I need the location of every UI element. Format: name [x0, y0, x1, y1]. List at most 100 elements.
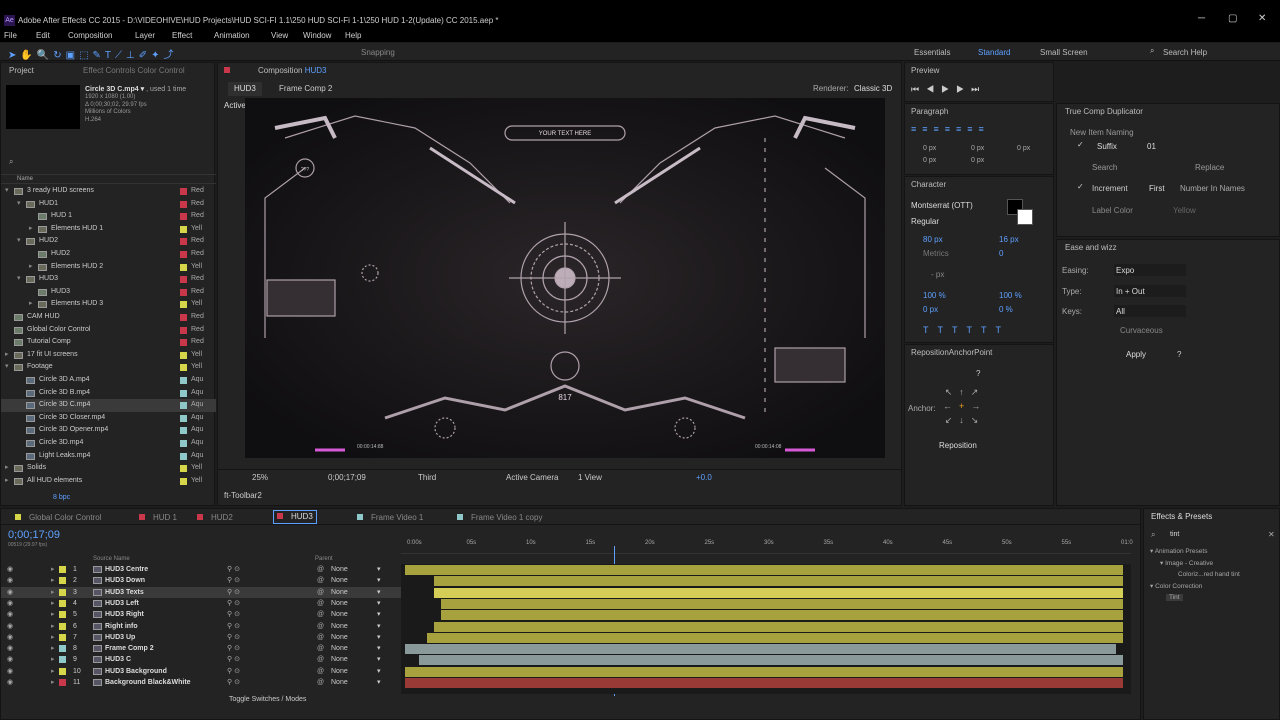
- layer-duration-bar[interactable]: [419, 655, 1123, 666]
- easing-select[interactable]: Expo: [1114, 264, 1186, 276]
- project-item[interactable]: ▸ 17 fit UI screens Yell: [1, 349, 216, 362]
- timeline-tab[interactable]: Frame Video 1 copy: [457, 513, 542, 522]
- playback-controls[interactable]: ⏮◀▶▶⏭: [911, 84, 986, 95]
- anchor-grid[interactable]: ↖↑↗ ←+→ ↙↓↘: [943, 385, 987, 429]
- expand-icon[interactable]: ▸: [29, 298, 33, 311]
- label-swatch[interactable]: [180, 213, 187, 221]
- tab-project[interactable]: Project: [9, 63, 34, 79]
- layer-row[interactable]: ◉ ▸ 9 HUD3 C ⚲ ⊙ @ None ▾: [1, 654, 401, 665]
- expand-icon[interactable]: ▾: [17, 273, 21, 286]
- layer-label-swatch[interactable]: [59, 656, 66, 664]
- renderer-value[interactable]: Classic 3D: [854, 84, 892, 93]
- expand-icon[interactable]: ▸: [5, 475, 9, 488]
- layer-row[interactable]: ◉ ▸ 6 Right info ⚲ ⊙ @ None ▾: [1, 621, 401, 632]
- increment-checkbox[interactable]: ✓: [1077, 182, 1084, 191]
- label-swatch[interactable]: [180, 263, 187, 271]
- project-item[interactable]: Circle 3D B.mp4 Aqu: [1, 387, 216, 400]
- visibility-eye-icon[interactable]: ◉: [7, 677, 13, 688]
- parent-dropdown-icon[interactable]: ▾: [377, 609, 381, 620]
- project-item[interactable]: ▾ HUD2 Red: [1, 235, 216, 248]
- tracking-field[interactable]: 0: [999, 249, 1003, 258]
- effects-item[interactable]: ▾ Animation Presets: [1150, 546, 1240, 558]
- tsume-field[interactable]: 0 %: [999, 305, 1013, 314]
- menu-effect[interactable]: Effect: [172, 31, 192, 40]
- pickwhip-icon[interactable]: @: [317, 632, 324, 643]
- label-swatch[interactable]: [180, 477, 187, 485]
- pickwhip-icon[interactable]: @: [317, 621, 324, 632]
- resolution-select[interactable]: Third: [418, 473, 436, 482]
- layer-row[interactable]: ◉ ▸ 1 HUD3 Centre ⚲ ⊙ @ None ▾: [1, 564, 401, 575]
- label-swatch[interactable]: [180, 427, 187, 435]
- indent-first[interactable]: 0 px: [1017, 145, 1030, 152]
- layer-name[interactable]: Frame Comp 2: [105, 643, 154, 654]
- menu-animation[interactable]: Animation: [214, 31, 250, 40]
- switches-icons[interactable]: ⚲ ⊙: [227, 621, 240, 632]
- project-item[interactable]: Circle 3D Closer.mp4 Aqu: [1, 412, 216, 425]
- label-swatch[interactable]: [180, 288, 187, 296]
- parent-dropdown-icon[interactable]: ▾: [377, 564, 381, 575]
- exposure-value[interactable]: +0.0: [696, 473, 712, 482]
- project-item[interactable]: ▾ Footage Yell: [1, 361, 216, 374]
- visibility-eye-icon[interactable]: ◉: [7, 575, 13, 586]
- project-item[interactable]: Global Color Control Red: [1, 324, 216, 337]
- label-swatch[interactable]: [180, 377, 187, 384]
- layer-name[interactable]: HUD3 Down: [105, 575, 145, 586]
- anchor-help-button[interactable]: ?: [976, 369, 980, 378]
- type-select[interactable]: In + Out: [1114, 285, 1186, 297]
- project-item[interactable]: Tutorial Comp Red: [1, 336, 216, 349]
- switches-icons[interactable]: ⚲ ⊙: [227, 564, 240, 575]
- layer-name[interactable]: HUD3 Centre: [105, 564, 148, 575]
- visibility-eye-icon[interactable]: ◉: [7, 621, 13, 632]
- baseline-shift-field[interactable]: 0 px: [923, 305, 938, 314]
- effects-item[interactable]: Coloriz...red hand tint: [1150, 569, 1240, 581]
- visibility-eye-icon[interactable]: ◉: [7, 632, 13, 643]
- layer-duration-bar[interactable]: [440, 598, 1123, 609]
- label-color-select[interactable]: Yellow: [1173, 206, 1196, 215]
- project-item[interactable]: HUD2 Red: [1, 248, 216, 261]
- parent-dropdown-icon[interactable]: ▾: [377, 643, 381, 654]
- expand-icon[interactable]: ▾: [5, 361, 9, 374]
- expand-icon[interactable]: ▸: [5, 462, 9, 475]
- layer-duration-bar[interactable]: [405, 666, 1123, 677]
- layer-label-swatch[interactable]: [59, 622, 66, 630]
- layer-duration-bar[interactable]: [440, 610, 1123, 621]
- layer-row[interactable]: ◉ ▸ 2 HUD3 Down ⚲ ⊙ @ None ▾: [1, 575, 401, 586]
- horizontal-scale-field[interactable]: 100 %: [999, 291, 1022, 300]
- label-swatch[interactable]: [180, 225, 187, 233]
- suffix-select[interactable]: Suffix: [1097, 142, 1117, 151]
- layer-row[interactable]: ◉ ▸ 4 HUD3 Left ⚲ ⊙ @ None ▾: [1, 598, 401, 609]
- timeline-timecode[interactable]: 0;00;17;09: [8, 529, 60, 541]
- parent-dropdown-icon[interactable]: ▾: [377, 654, 381, 665]
- expand-icon[interactable]: ▸: [29, 223, 33, 236]
- visibility-eye-icon[interactable]: ◉: [7, 587, 13, 598]
- stroke-width-field[interactable]: - px: [931, 270, 944, 279]
- switches-icons[interactable]: ⚲ ⊙: [227, 643, 240, 654]
- switches-icons[interactable]: ⚲ ⊙: [227, 575, 240, 586]
- comp-timecode[interactable]: 0;00;17;09: [328, 473, 366, 482]
- parent-select[interactable]: None: [331, 609, 348, 620]
- pickwhip-icon[interactable]: @: [317, 564, 324, 575]
- layer-name[interactable]: HUD3 Up: [105, 632, 135, 643]
- parent-select[interactable]: None: [331, 564, 348, 575]
- menu-file[interactable]: File: [4, 31, 17, 40]
- layer-duration-bar[interactable]: [405, 644, 1116, 655]
- project-item[interactable]: ▸ Elements HUD 1 Yell: [1, 223, 216, 236]
- align-buttons[interactable]: ≡≡≡≡≡≡≡: [911, 124, 990, 134]
- visibility-eye-icon[interactable]: ◉: [7, 609, 13, 620]
- parent-dropdown-icon[interactable]: ▾: [377, 598, 381, 609]
- pickwhip-icon[interactable]: @: [317, 609, 324, 620]
- menu-edit[interactable]: Edit: [36, 31, 50, 40]
- tab-effect-controls[interactable]: Effect Controls Color Control: [83, 63, 185, 79]
- hud-viewer[interactable]: YOUR TEXT HERE 817 00:00:14:88 00:00:14:…: [245, 98, 885, 458]
- layer-row[interactable]: ◉ ▸ 10 HUD3 Background ⚲ ⊙ @ None ▾: [1, 666, 401, 677]
- parent-select[interactable]: None: [331, 654, 348, 665]
- search-help-field[interactable]: Search Help: [1163, 48, 1207, 57]
- indent-left[interactable]: 0 px: [923, 145, 936, 152]
- layer-duration-bar[interactable]: [433, 587, 1123, 598]
- layer-duration-bar[interactable]: [405, 565, 1123, 575]
- switches-icons[interactable]: ⚲ ⊙: [227, 654, 240, 665]
- menu-window[interactable]: Window: [303, 31, 331, 40]
- time-ruler[interactable]: 0:00s 05s 10s 15s 20s 25s 30s 35s 40s 45s 50s 55s 01…: [401, 538, 1133, 696]
- project-item[interactable]: Circle 3D A.mp4 Aqu: [1, 374, 216, 387]
- project-item[interactable]: Circle 3D Opener.mp4 Aqu: [1, 424, 216, 437]
